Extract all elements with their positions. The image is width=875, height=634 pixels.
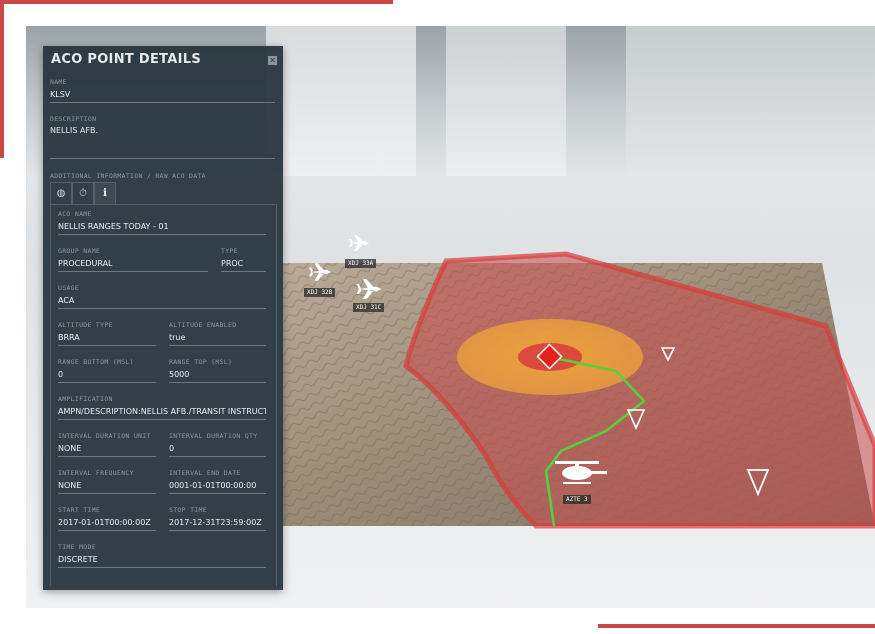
map-scene: XDJ 33A XDJ 32B XDJ 31C AZTE 3 ACO POINT… <box>26 26 875 608</box>
panel-title: ACO POINT DETAILS <box>51 52 202 67</box>
range-top-label: RANGE TOP (MSL) <box>169 358 233 366</box>
description-label: DESCRIPTION <box>50 115 97 123</box>
description-value: NELLIS AFB. <box>50 126 99 135</box>
timer-icon[interactable]: ⏱ <box>72 182 94 204</box>
additional-info-label: ADDITIONAL INFORMATION / RAW ACO DATA <box>50 172 206 180</box>
usage-label: USAGE <box>58 284 80 292</box>
close-icon[interactable]: ✕ <box>268 56 277 65</box>
aco-name-label: ACO NAME <box>58 210 92 218</box>
interval-end-date-label: INTERVAL END DATE <box>169 469 241 477</box>
start-time-label: START TIME <box>58 506 101 514</box>
aircraft-label: XDJ 32B <box>304 288 336 297</box>
interval-duration-unit-field[interactable]: NONE <box>58 444 156 457</box>
altitude-type-label: ALTITUDE TYPE <box>58 321 113 329</box>
stop-time-field[interactable]: 2017-12-31T23:59:00Z <box>169 518 266 531</box>
info-icon[interactable]: i <box>94 182 116 204</box>
interval-duration-qty-label: INTERVAL DURATION QTY <box>169 432 258 440</box>
name-label: NAME <box>50 78 67 86</box>
aircraft-label: XDJ 31C <box>353 303 385 312</box>
stop-time-label: STOP TIME <box>169 506 207 514</box>
type-label: TYPE <box>221 247 238 255</box>
aco-name-field[interactable]: NELLIS RANGES TODAY - 01 <box>58 222 266 235</box>
interval-end-date-field[interactable]: 0001-01-01T00:00:00 <box>169 481 266 494</box>
altitude-type-field[interactable]: BRRA <box>58 333 156 346</box>
time-mode-label: TIME MODE <box>58 543 96 551</box>
time-mode-field[interactable]: DISCRETE <box>58 555 266 568</box>
frame-accent-bottom <box>598 624 875 628</box>
range-bottom-label: RANGE BOTTOM (MSL) <box>58 358 134 366</box>
aco-point-details-panel: ACO POINT DETAILS ✕ NAME KLSV DESCRIPTIO… <box>43 46 283 590</box>
frame-accent-left <box>0 0 4 158</box>
globe-icon[interactable]: ◍ <box>50 182 72 204</box>
interval-duration-unit-label: INTERVAL DURATION UNIT <box>58 432 151 440</box>
interval-frequency-label: INTERVAL FREQUENCY <box>58 469 134 477</box>
altitude-enabled-field[interactable]: true <box>169 333 266 346</box>
type-field[interactable]: PROC <box>221 259 266 272</box>
jet-icon[interactable] <box>349 235 369 251</box>
range-bottom-field[interactable]: 0 <box>58 370 156 383</box>
interval-frequency-field[interactable]: NONE <box>58 481 156 494</box>
group-name-field[interactable]: PROCEDURAL <box>58 259 208 272</box>
helicopter-label: AZTE 3 <box>563 495 591 504</box>
altitude-enabled-label: ALTITUDE ENABLED <box>169 321 237 329</box>
aircraft-label: XDJ 33A <box>345 259 377 268</box>
description-field[interactable]: NELLIS AFB. <box>50 126 275 159</box>
name-field[interactable]: KLSV <box>50 90 275 103</box>
amplification-field[interactable]: AMPN/DESCRIPTION:NELLIS AFB./TRANSIT INS… <box>58 407 266 420</box>
start-time-field[interactable]: 2017-01-01T00:00:00Z <box>58 518 156 531</box>
amplification-label: AMPLIFICATION <box>58 395 113 403</box>
interval-duration-qty-field[interactable]: 0 <box>169 444 266 457</box>
usage-field[interactable]: ACA <box>58 296 266 309</box>
group-name-label: GROUP NAME <box>58 247 101 255</box>
range-top-field[interactable]: 5000 <box>169 370 266 383</box>
frame-accent-top <box>0 0 393 4</box>
info-tabs: ◍ ⏱ i <box>50 182 275 205</box>
